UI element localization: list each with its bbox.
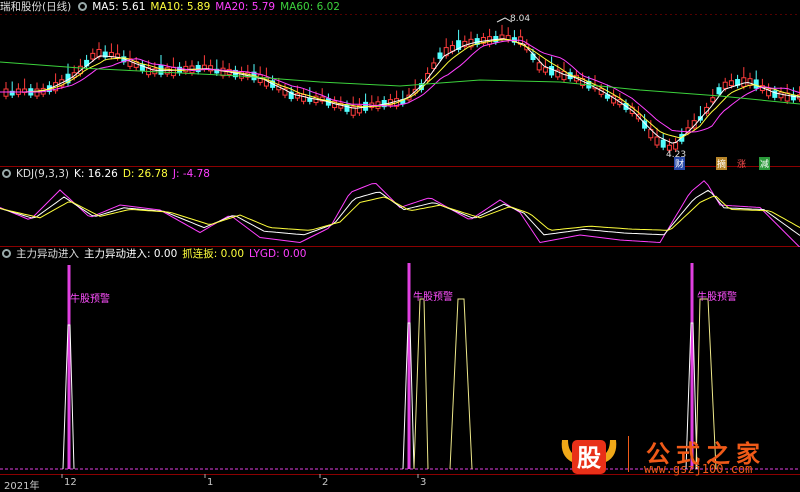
kdj-k-value: K: 16.26 bbox=[73, 168, 118, 180]
high-price-label: 8.04 bbox=[510, 14, 531, 24]
candle-body bbox=[542, 67, 548, 73]
signal-bar bbox=[407, 263, 411, 469]
candle-body bbox=[710, 97, 716, 103]
candle-body bbox=[549, 65, 555, 76]
ma60-line bbox=[0, 61, 800, 105]
candle-body bbox=[778, 91, 784, 99]
candle-body bbox=[530, 53, 536, 60]
candle-body bbox=[90, 52, 96, 60]
settings-icon[interactable] bbox=[78, 2, 88, 11]
kdj-d-line bbox=[0, 195, 800, 231]
candle-body bbox=[108, 51, 114, 57]
candle-body bbox=[728, 80, 734, 86]
candle-body bbox=[3, 88, 9, 97]
alert-label-1: 牛股预警 bbox=[70, 294, 110, 305]
logo-char: 股 bbox=[577, 444, 601, 472]
axis-month-2: 2 bbox=[322, 477, 329, 488]
candle-body bbox=[716, 87, 722, 95]
time-axis: 2021年 12 1 2 3 bbox=[0, 474, 800, 492]
signal-header: 主力异动进入 主力异动进入: 0.00 抓连扳: 0.00 LYGD: 0.00 bbox=[0, 247, 311, 261]
signal-main-value: 主力异动进入: 0.00 bbox=[84, 248, 178, 260]
candle-body bbox=[722, 81, 728, 89]
signal-lygd-value: LYGD: 0.00 bbox=[249, 248, 307, 260]
candle-body bbox=[561, 70, 567, 81]
alert-label-3: 牛股预警 bbox=[697, 292, 737, 303]
kdj-k-line bbox=[0, 189, 800, 236]
candle-body bbox=[741, 77, 747, 87]
candlestick-chart bbox=[0, 14, 800, 167]
settings-icon[interactable] bbox=[2, 169, 11, 178]
candle-body bbox=[654, 136, 660, 146]
kdj-j-line bbox=[0, 180, 800, 247]
kdj-name: KDJ(9,3,3) bbox=[16, 168, 69, 180]
candle-body bbox=[170, 66, 176, 77]
candle-body bbox=[220, 67, 226, 77]
signal-name: 主力异动进入 bbox=[16, 248, 79, 260]
axis-month-12: 12 bbox=[64, 477, 77, 488]
axis-year: 2021年 bbox=[4, 481, 40, 492]
candle-body bbox=[34, 88, 40, 97]
board-trace bbox=[449, 298, 473, 470]
stock-name: 瑞和股份(日线) bbox=[0, 1, 72, 13]
ma20-label: MA20: 5.79 bbox=[215, 1, 276, 13]
board-trace bbox=[413, 298, 429, 470]
axis-month-3: 3 bbox=[420, 477, 427, 488]
settings-icon[interactable] bbox=[2, 249, 11, 258]
candle-body bbox=[499, 34, 505, 40]
alert-label-2: 牛股预警 bbox=[413, 292, 453, 303]
price-header: 瑞和股份(日线) MA5: 5.61 MA10: 5.89 MA20: 5.79 MA6… bbox=[0, 0, 345, 14]
kdj-header: KDJ(9,3,3) K: 16.26 D: 26.78 J: -4.78 bbox=[0, 167, 215, 181]
candle-body bbox=[536, 62, 542, 71]
kdj-d-value: D: 26.78 bbox=[122, 168, 168, 180]
candle-body bbox=[673, 142, 679, 150]
ma10-label: MA10: 5.89 bbox=[150, 1, 211, 13]
ma5-label: MA5: 5.61 bbox=[92, 1, 146, 13]
axis-month-1: 1 bbox=[207, 477, 214, 488]
candle-body bbox=[301, 94, 307, 102]
watermark: 股 公式之家 www.gszj100.com bbox=[558, 432, 798, 476]
candle-body bbox=[660, 139, 666, 148]
kdj-panel: KDJ(9,3,3) K: 16.26 D: 26.78 J: -4.78 bbox=[0, 167, 800, 247]
signal-board-value: 抓连扳: 0.00 bbox=[182, 248, 245, 260]
bull-logo-icon: 股 bbox=[561, 440, 617, 474]
candle-body bbox=[753, 79, 759, 89]
candle-body bbox=[437, 52, 443, 59]
ma60-label: MA60: 6.02 bbox=[280, 1, 340, 13]
kdj-j-value: J: -4.78 bbox=[172, 168, 210, 180]
watermark-url: www.gszj100.com bbox=[644, 462, 753, 476]
candle-body bbox=[784, 92, 790, 102]
candle-body bbox=[201, 64, 207, 70]
price-panel: 瑞和股份(日线) MA5: 5.61 MA10: 5.89 MA20: 5.79 MA6… bbox=[0, 0, 800, 170]
